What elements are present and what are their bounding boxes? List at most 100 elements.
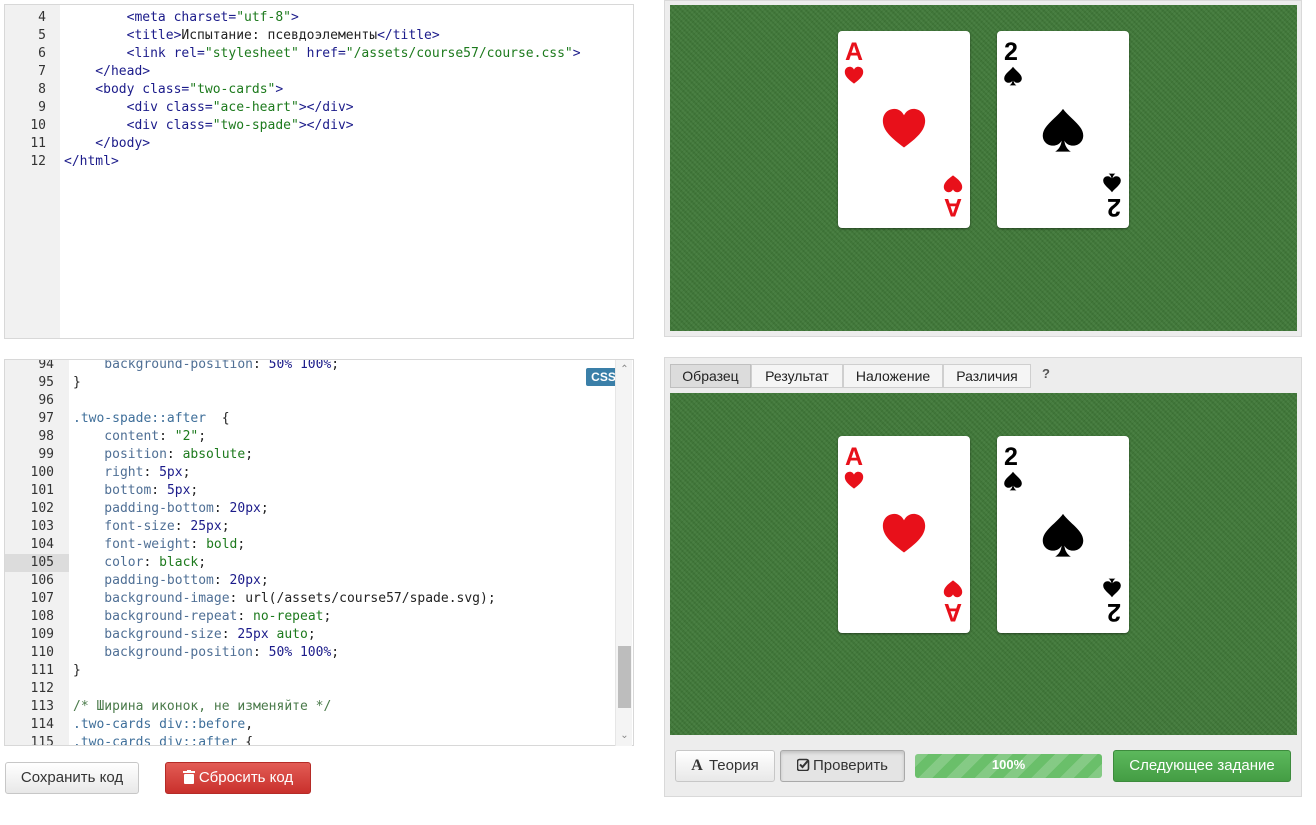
code-token: : (143, 465, 160, 480)
code-token: : (174, 519, 191, 534)
code-token: "ace-heart" (212, 100, 299, 115)
reset-code-label: Сбросить код (198, 769, 294, 786)
card-corner-bottom: 2 (1099, 167, 1123, 221)
code-token: 5px (166, 483, 191, 498)
code-text: font-size: 25px; (73, 518, 229, 536)
theory-label: Теория (708, 757, 759, 774)
code-line: 101 bottom: 5px; (5, 482, 633, 500)
line-number: 4 (38, 10, 46, 25)
code-line: 7 </head> (5, 63, 633, 81)
playing-card-a-heart: AA (838, 31, 970, 228)
code-text: background-size: 25px auto; (73, 626, 316, 644)
tab-overlay[interactable]: Наложение (843, 364, 943, 388)
code-line: 112 (5, 680, 633, 698)
code-text: </body> (64, 135, 150, 153)
code-token: url(/assets/course57/spade.svg) (245, 591, 488, 606)
code-line: 114 .two-cards div::before, (5, 716, 633, 734)
code-line: 100 right: 5px; (5, 464, 633, 482)
scroll-up-arrow-icon[interactable]: ⌃ (618, 364, 631, 376)
playing-card-2-spade: 22 (997, 31, 1129, 228)
code-token: , (245, 717, 254, 732)
line-number: 8 (38, 82, 46, 97)
html-editor[interactable]: 4 <meta charset="utf-8"> 5 <title>Испытан… (4, 4, 634, 339)
code-text: color: black; (73, 554, 206, 572)
heart-icon (943, 580, 963, 598)
code-token: 5px (159, 465, 183, 480)
line-number: 112 (30, 681, 54, 696)
scrollbar-thumb[interactable] (618, 646, 631, 708)
line-number: 105 (30, 555, 54, 570)
code-text: <title>Испытание: псевдоэлементы</title> (64, 27, 440, 45)
line-number: 113 (30, 699, 54, 714)
code-line: 102 padding-bottom: 20px; (5, 500, 633, 518)
code-token: "2" (174, 429, 199, 444)
code-token: auto (268, 627, 308, 642)
scroll-down-arrow-icon[interactable]: ⌄ (618, 730, 631, 742)
check-button[interactable]: Проверить (780, 750, 905, 782)
code-token: right (73, 465, 144, 480)
code-token: ; (331, 359, 340, 372)
reset-code-button[interactable]: Сбросить код (165, 762, 311, 794)
line-number: 96 (38, 393, 54, 408)
theory-button[interactable]: A Теория (675, 750, 775, 782)
code-text: background-position: 50% 100%; (73, 644, 339, 662)
code-token: { (237, 735, 254, 746)
code-token: background-repeat (73, 609, 238, 624)
code-token: "stylesheet" (204, 46, 299, 61)
code-token: Испытание: псевдоэлементы (181, 28, 378, 43)
code-token: ; (260, 501, 269, 516)
code-token: no-repeat (253, 609, 324, 624)
tab-sample[interactable]: Образец (670, 364, 751, 388)
code-text: } (73, 374, 81, 392)
line-number: 109 (30, 627, 54, 642)
line-number: 95 (38, 375, 54, 390)
code-token: ; (182, 465, 191, 480)
line-number: 108 (30, 609, 54, 624)
progress-label: 100% (991, 757, 1026, 772)
code-token: ; (307, 627, 316, 642)
result-felt-background (670, 5, 1297, 331)
code-token: ; (237, 537, 246, 552)
code-line: 96 (5, 392, 633, 410)
code-token: font-weight (73, 537, 191, 552)
code-token: </head> (64, 64, 151, 79)
heart-icon (943, 175, 963, 193)
code-token: /* Ширина иконок, не изменяйте */ (73, 699, 332, 714)
code-token: ; (198, 429, 207, 444)
code-line: 105 color: black; (5, 554, 633, 572)
help-icon[interactable]: ? (1042, 366, 1050, 381)
code-line: 113 /* Ширина иконок, не изменяйте */ (5, 698, 633, 716)
tab-diff[interactable]: Различия (943, 364, 1031, 388)
code-token: 20px (229, 573, 261, 588)
code-text: <div class="ace-heart"></div> (64, 99, 354, 117)
line-number: 110 (30, 645, 54, 660)
spade-icon (1004, 66, 1022, 86)
code-text: </html> (64, 153, 119, 171)
css-editor[interactable]: 94 background-position: 50% 100%; 95} 96 97… (4, 359, 634, 746)
line-number: 6 (38, 46, 46, 61)
code-token: : (229, 591, 246, 606)
tab-result[interactable]: Результат (751, 364, 843, 388)
save-code-button[interactable]: Сохранить код (5, 762, 139, 794)
next-task-button[interactable]: Следующее задание (1113, 750, 1291, 782)
css-editor-scrollbar[interactable]: ⌃ ⌄ (615, 360, 632, 746)
code-text: <body class="two-cards"> (64, 81, 283, 99)
code-token: .two-cards div::after (73, 735, 238, 746)
code-text: padding-bottom: 20px; (73, 500, 269, 518)
code-token: : (190, 537, 207, 552)
line-number: 12 (30, 154, 46, 169)
code-token: .two-cards div::before (73, 717, 246, 732)
code-text: content: "2"; (73, 428, 206, 446)
code-token: "two-spade" (212, 118, 299, 133)
code-token: : (166, 447, 183, 462)
code-token: : (237, 609, 254, 624)
line-number: 100 (30, 465, 54, 480)
code-token: <div (64, 118, 166, 133)
line-number: 104 (30, 537, 54, 552)
code-token: </html> (64, 154, 119, 169)
checkbox-check-icon (796, 752, 810, 782)
code-line: 111} (5, 662, 633, 680)
code-token: bold (206, 537, 238, 552)
code-line: 103 font-size: 25px; (5, 518, 633, 536)
code-token: charset= (173, 10, 237, 25)
